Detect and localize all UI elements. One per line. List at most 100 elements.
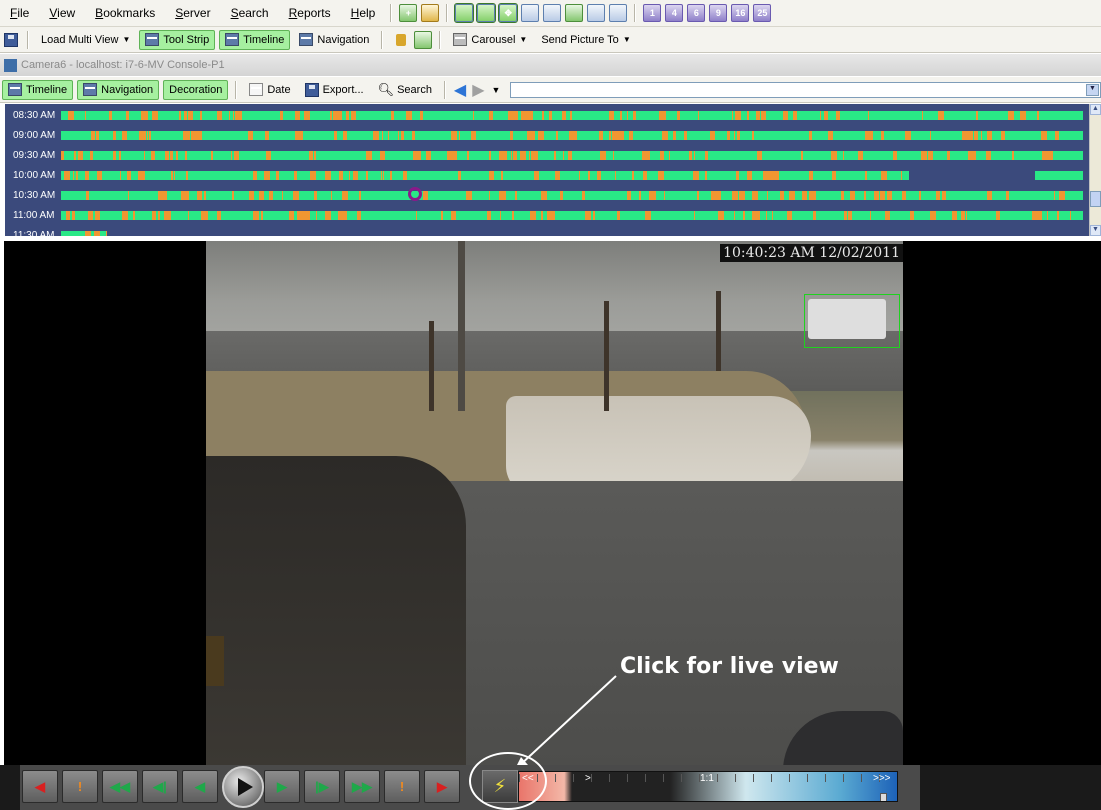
- event-marker: [669, 151, 670, 160]
- event-marker: [864, 191, 866, 200]
- ptz-icon[interactable]: ✥: [498, 3, 519, 23]
- page-view-icon[interactable]: [587, 4, 606, 22]
- step-back-button[interactable]: ◀: [182, 770, 218, 803]
- timeline-scrollbar[interactable]: ▲ ▼: [1089, 104, 1101, 236]
- step-forward-button[interactable]: ▶: [264, 770, 300, 803]
- event-marker: [942, 191, 946, 200]
- timeline-activity-strip[interactable]: [61, 171, 1083, 180]
- layout-6-button[interactable]: 6: [687, 4, 706, 22]
- load-multi-view-button[interactable]: Load Multi View ▼: [36, 30, 135, 50]
- go-to-start-button[interactable]: ◀: [22, 770, 58, 803]
- go-to-end-button[interactable]: ▶: [424, 770, 460, 803]
- play-button[interactable]: [222, 766, 264, 808]
- search-button[interactable]: 🔍︎ Search: [373, 80, 437, 100]
- timeline-row[interactable]: 09:30 AM: [5, 145, 1089, 165]
- timeline-row[interactable]: 09:00 AM: [5, 125, 1089, 145]
- menu-reports[interactable]: Reports: [279, 6, 341, 20]
- grid-view-icon[interactable]: [476, 3, 497, 23]
- fast-rewind-button[interactable]: ◀◀: [102, 770, 138, 803]
- edit-icon[interactable]: [421, 4, 440, 22]
- playback-speed-slider[interactable]: << > 1:1 >>>: [518, 771, 898, 802]
- report-view-icon[interactable]: [609, 4, 628, 22]
- event-marker: [1020, 111, 1026, 120]
- event-marker: [947, 151, 950, 160]
- event-marker: [952, 211, 957, 220]
- event-marker: [95, 211, 100, 220]
- event-marker: [541, 211, 543, 220]
- timeline-button[interactable]: Timeline: [2, 79, 74, 100]
- event-marker: [787, 211, 792, 220]
- timeline-activity-strip[interactable]: [61, 151, 1083, 160]
- decoration-button[interactable]: Decoration: [163, 79, 229, 100]
- search-combo-box[interactable]: ▼: [510, 81, 1101, 98]
- save-icon[interactable]: [4, 32, 18, 47]
- timeline-row[interactable]: 11:30 AM: [5, 225, 1089, 236]
- slow-rewind-button[interactable]: ◀|: [142, 770, 178, 803]
- forward-arrow-icon[interactable]: ▶: [472, 80, 484, 100]
- back-arrow-icon[interactable]: ◀: [454, 80, 466, 100]
- layout-25-button[interactable]: 25: [753, 4, 772, 22]
- chevron-down-icon[interactable]: ▼: [492, 85, 501, 95]
- navigation-button[interactable]: Navigation: [77, 79, 160, 100]
- next-event-button[interactable]: !: [384, 770, 420, 803]
- split-view-icon[interactable]: [521, 4, 540, 22]
- event-marker: [565, 111, 566, 120]
- menu-help[interactable]: Help: [341, 6, 386, 20]
- timeline-activity-strip[interactable]: [61, 131, 1083, 140]
- lock-icon[interactable]: [396, 33, 407, 46]
- timeline-activity-strip[interactable]: [61, 211, 1083, 220]
- event-marker: [868, 131, 873, 140]
- event-marker: [76, 171, 78, 180]
- timeline-activity-strip[interactable]: [61, 111, 1083, 120]
- menu-label: ookmarks: [103, 6, 156, 20]
- timeline-playhead-marker[interactable]: [408, 187, 422, 201]
- event-marker: [981, 131, 982, 140]
- add-view-icon[interactable]: [414, 30, 433, 49]
- timeline-row[interactable]: 11:00 AM: [5, 205, 1089, 225]
- add-camera-icon[interactable]: +: [399, 4, 418, 22]
- export-button[interactable]: Export...: [300, 80, 369, 100]
- scrollbar-thumb[interactable]: [1090, 191, 1101, 207]
- timeline-panel[interactable]: 08:30 AM 09:00 AM 09:30 AM 10:00 AM 10:30 AM…: [5, 104, 1089, 236]
- menu-file[interactable]: File: [0, 6, 39, 20]
- layout-4-button[interactable]: 4: [665, 4, 684, 22]
- event-marker: [966, 211, 967, 220]
- live-view-button[interactable]: ⚡︎: [482, 770, 518, 803]
- table-view-icon[interactable]: [565, 4, 584, 22]
- video-viewport[interactable]: 10:40:23 AM 12/02/2011: [4, 241, 1101, 765]
- date-button[interactable]: Date: [244, 80, 295, 100]
- menu-search[interactable]: Search: [221, 6, 279, 20]
- fast-forward-button[interactable]: ▶▶: [344, 770, 380, 803]
- list-view-icon[interactable]: [543, 4, 562, 22]
- previous-event-button[interactable]: !: [62, 770, 98, 803]
- send-picture-to-button[interactable]: Send Picture To ▼: [536, 30, 635, 50]
- timeline-row[interactable]: 10:00 AM: [5, 165, 1089, 185]
- speed-slider-thumb[interactable]: [880, 793, 887, 801]
- timeline-toggle[interactable]: Timeline: [219, 29, 291, 50]
- menu-server[interactable]: Server: [165, 6, 220, 20]
- chevron-down-icon[interactable]: ▼: [1086, 83, 1099, 96]
- event-marker: [627, 191, 631, 200]
- layout-9-button[interactable]: 9: [709, 4, 728, 22]
- layout-16-button[interactable]: 16: [731, 4, 750, 22]
- menu-view[interactable]: View: [39, 6, 85, 20]
- timeline-activity-strip[interactable]: [61, 191, 1083, 200]
- carousel-button[interactable]: Carousel ▼: [448, 30, 532, 50]
- navigation-toggle[interactable]: Navigation: [294, 30, 374, 50]
- single-view-icon[interactable]: [454, 3, 475, 23]
- scroll-down-icon[interactable]: ▼: [1090, 225, 1101, 236]
- slow-forward-button[interactable]: |▶: [304, 770, 340, 803]
- timeline-row[interactable]: 08:30 AM: [5, 105, 1089, 125]
- event-marker: [763, 171, 769, 180]
- timeline-label: Timeline: [243, 33, 285, 46]
- scroll-up-icon[interactable]: ▲: [1090, 104, 1101, 115]
- event-marker: [541, 191, 547, 200]
- timeline-row[interactable]: 10:30 AM: [5, 185, 1089, 205]
- menu-bookmarks[interactable]: Bookmarks: [85, 6, 165, 20]
- event-marker: [113, 131, 116, 140]
- event-marker: [646, 151, 650, 160]
- tool-strip-toggle[interactable]: Tool Strip: [139, 29, 216, 50]
- layout-buttons: 1 4 6 9 16 25: [641, 4, 773, 22]
- next-event-icon: !: [399, 779, 405, 794]
- layout-1-button[interactable]: 1: [643, 4, 662, 22]
